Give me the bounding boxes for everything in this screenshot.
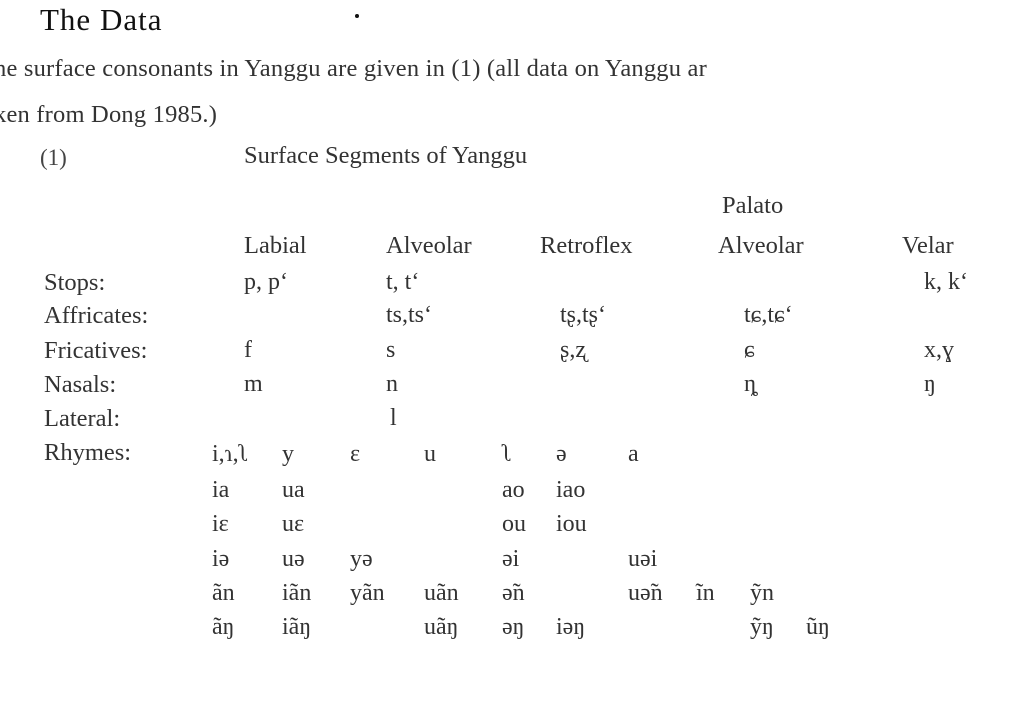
rhyme-cell: yãn [350,580,385,606]
row-label-rhymes: Rhymes: [44,439,132,466]
cell-fricatives-velar: x,ɣ [924,337,954,363]
column-header-palato-top: Palato [722,192,784,219]
rhyme-cell: a [628,441,639,467]
rhyme-cell: iou [556,511,587,537]
rhyme-cell: u [424,441,436,467]
rhyme-cell: iə [212,546,230,572]
rhyme-cell: ou [502,511,526,537]
column-header-alveolar: Alveolar [386,232,472,259]
rhyme-cell: uə̃n [628,580,663,606]
stray-dot-mark [355,14,359,18]
row-label-stops: Stops: [44,269,106,296]
rhyme-cell: ʅ [502,441,513,467]
rhyme-cell: iəŋ [556,614,586,640]
example-number: (1) [40,145,67,170]
column-header-retroflex: Retroflex [540,232,633,259]
cell-stops-velar: k, kʻ [924,269,968,295]
rhyme-cell: iãŋ [282,614,312,640]
cell-nasals-velar: ŋ [924,371,936,397]
row-label-fricatives: Fricatives: [44,337,148,364]
row-label-affricates: Affricates: [44,302,149,329]
rhyme-cell: əŋ [502,614,525,640]
cell-affricates-retroflex: tʂ,tʂʻ [560,302,607,328]
rhyme-cell: ua [282,477,305,503]
cell-fricatives-retroflex: ʂ,ʐ [560,337,586,363]
cell-lateral-alveolar: l [390,405,397,431]
rhyme-cell: y [282,441,294,467]
row-label-lateral: Lateral: [44,405,121,432]
rhyme-cell: iãn [282,580,312,606]
cell-nasals-labial: m [244,371,263,397]
cell-stops-labial: p, pʻ [244,269,288,295]
section-heading: The Data [40,2,163,37]
rhyme-cell: uãŋ [424,614,459,640]
rhyme-cell: ə [556,441,567,467]
row-label-nasals: Nasals: [44,371,117,398]
rhyme-cell: ia [212,477,230,503]
rhyme-cell: ỹn [750,580,774,606]
cell-fricatives-palato-alveolar: ɕ [744,337,755,363]
cell-nasals-palato-alveolar: ȵ [744,371,756,397]
cell-stops-alveolar: t, tʻ [386,269,420,295]
cell-fricatives-labial: f [244,337,252,363]
column-header-labial: Labial [244,232,307,259]
cell-nasals-alveolar: n [386,371,398,397]
rhyme-cell: ao [502,477,525,503]
paragraph-line-1: he surface consonants in Yanggu are give… [0,55,707,82]
cell-affricates-alveolar: ts,tsʻ [386,302,433,328]
rhyme-cell: ĩn [696,580,715,606]
rhyme-cell: iɛ [212,511,229,537]
rhyme-cell: ãŋ [212,614,235,640]
rhyme-cell: uə [282,546,305,572]
column-header-palato-alveolar: Alveolar [718,232,804,259]
rhyme-cell: ɛ [350,441,361,467]
rhyme-cell: uəi [628,546,658,572]
rhyme-cell: əi [502,546,520,572]
cell-fricatives-alveolar: s [386,337,396,363]
rhyme-cell: i,ɿ,ʅ [212,441,250,467]
rhyme-cell: iao [556,477,586,503]
rhyme-cell: ə̃n [502,580,525,606]
rhyme-cell: ũŋ [806,614,830,640]
paragraph-line-2: ken from Dong 1985.) [0,101,218,128]
rhyme-cell: ỹŋ [750,614,774,640]
cell-affricates-palato-alveolar: tɕ,tɕʻ [744,302,793,328]
rhyme-cell: yə [350,546,373,572]
table-caption: Surface Segments of Yanggu [244,142,528,169]
column-header-velar: Velar [902,232,954,259]
rhyme-cell: uãn [424,580,459,606]
rhyme-cell: ãn [212,580,235,606]
rhyme-cell: uɛ [282,511,305,537]
